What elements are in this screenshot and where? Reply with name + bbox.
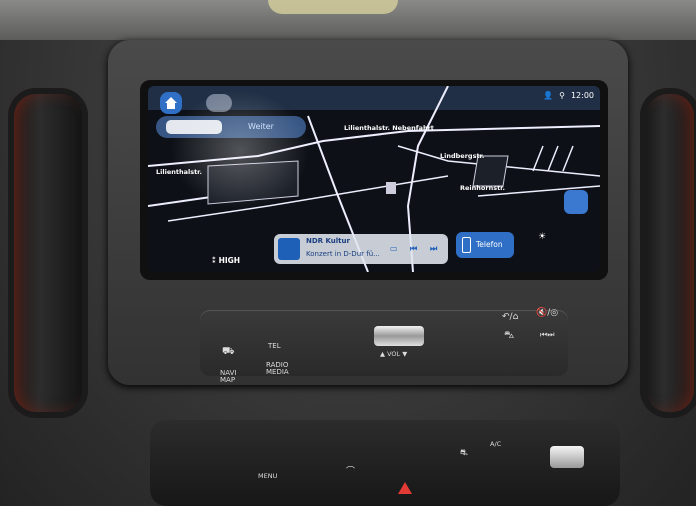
track-title: Konzert in D-Dur fü... xyxy=(306,250,380,258)
phone-button[interactable]: Telefon xyxy=(456,232,514,258)
status-bar: 👤 ⚲ 12:00 xyxy=(543,91,594,100)
radio-icon[interactable]: ▭ xyxy=(390,244,398,253)
tel-key[interactable]: TEL xyxy=(268,342,281,350)
sticky-note xyxy=(268,0,398,14)
street-label-lindberg: Lindbergstr. xyxy=(440,152,485,160)
phone-icon xyxy=(462,237,471,253)
next-track-icon[interactable]: ⏭ xyxy=(430,244,437,254)
previous-track-icon[interactable]: ⏮ xyxy=(410,244,417,254)
right-air-vent xyxy=(640,88,696,418)
street-label-lilienthal: Lilienthalstr. xyxy=(156,168,202,176)
signal-icon: ⚲ xyxy=(559,91,565,100)
station-artwork xyxy=(278,238,300,260)
display-brightness-icon[interactable]: ☀ xyxy=(538,232,546,242)
skip-key-icon[interactable]: ⏮⏭ xyxy=(540,330,554,340)
media-widget[interactable]: NDR Kultur Konzert in D-Dur fü... ▭ ⏮ ⏭ xyxy=(274,234,448,264)
voice-control-button[interactable] xyxy=(564,190,588,214)
recirculation-icon[interactable]: ⛐ xyxy=(460,448,468,459)
menu-key[interactable]: MENU xyxy=(258,472,277,480)
assistant-button[interactable] xyxy=(206,94,232,112)
vehicle-key-icon[interactable]: ⛍ xyxy=(504,330,514,343)
infotainment-screen[interactable]: Weiter 👤 ⚲ 12:00 Lilienthalstr. Nebenfah… xyxy=(148,86,600,272)
back-key-icon[interactable]: ↶/⌂ xyxy=(502,312,518,322)
radio-key[interactable]: RADIO MEDIA xyxy=(266,362,292,376)
profile-icon: 👤 xyxy=(543,91,554,100)
temperature-knob[interactable] xyxy=(550,446,584,468)
home-button[interactable] xyxy=(160,92,182,114)
fan-speed-indicator[interactable]: ⁑ HIGH xyxy=(212,256,240,265)
nav-key-label[interactable]: NAVI MAP xyxy=(220,370,246,384)
street-label-reinhorn: Reinhornstr. xyxy=(460,184,505,192)
volume-label: ▲ VOL ▼ xyxy=(380,350,408,358)
vehicle-position-marker xyxy=(386,182,396,194)
fan-speed-value: HIGH xyxy=(218,256,241,265)
ac-key[interactable]: A/C xyxy=(490,440,501,448)
left-air-vent xyxy=(8,88,88,418)
seat-heating-icon[interactable]: ⌒ xyxy=(346,464,355,477)
volume-roller[interactable] xyxy=(374,326,424,346)
phone-label: Telefon xyxy=(476,240,503,249)
home-icon xyxy=(165,97,177,109)
nav-key-icon[interactable]: ⛟ xyxy=(222,346,235,359)
hazard-icon[interactable] xyxy=(398,482,412,494)
vehicle-icon xyxy=(166,120,222,134)
destination-text: Weiter xyxy=(248,122,274,131)
mute-key-icon[interactable]: 🔇/◎ xyxy=(536,308,558,318)
street-label-nebenfahrt: Lilienthalstr. Nebenfahrt xyxy=(344,124,434,132)
volume-text: VOL xyxy=(387,350,401,358)
fan-icon: ⁑ xyxy=(212,256,216,265)
status-time: 12:00 xyxy=(570,91,594,100)
station-name: NDR Kultur xyxy=(306,237,350,245)
